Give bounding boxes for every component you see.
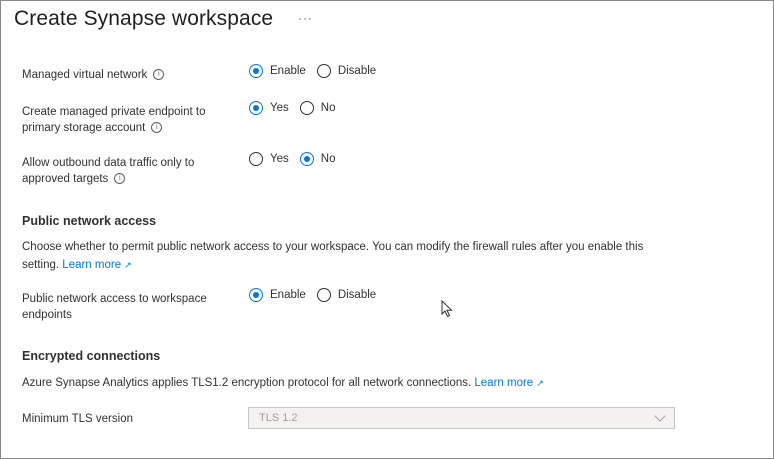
private-endpoint-label: Create managed private endpoint to prima…	[22, 106, 206, 134]
encryption-description: Azure Synapse Analytics applies TLS1.2 e…	[22, 377, 544, 389]
public-access-label: Public network access to workspace endpo…	[22, 293, 207, 321]
managed-vnet-label: Managed virtual network i	[22, 67, 165, 83]
public-access-disable-radio[interactable]: Disable	[316, 288, 376, 302]
managed-vnet-radio-group: Enable Disable	[249, 64, 376, 78]
radio-checked-icon[interactable]	[249, 64, 263, 78]
workspace-panel: Create Synapse workspace ··· Managed vir…	[0, 0, 774, 459]
managed-vnet-disable-radio[interactable]: Disable	[316, 64, 376, 78]
more-options-button[interactable]: ···	[298, 11, 313, 25]
radio-unchecked-icon[interactable]	[299, 101, 314, 115]
public-network-description: Choose whether to permit public network …	[22, 241, 644, 271]
radio-unchecked-icon[interactable]	[316, 64, 331, 78]
radio-checked-icon[interactable]	[249, 101, 263, 115]
outbound-traffic-radio-group: Yes No	[249, 152, 335, 166]
public-access-radio-group: Enable Disable	[249, 288, 376, 302]
public-access-enable-radio[interactable]: Enable	[249, 288, 306, 302]
radio-checked-icon[interactable]	[299, 152, 314, 166]
info-icon[interactable]: i	[151, 122, 163, 134]
public-network-learn-more-link[interactable]: Learn more ↗	[62, 259, 131, 271]
external-link-icon: ↗	[536, 378, 544, 388]
encryption-heading: Encrypted connections	[22, 349, 161, 363]
private-endpoint-no-radio[interactable]: No	[299, 101, 335, 115]
encryption-learn-more-link[interactable]: Learn more ↗	[474, 377, 543, 389]
managed-vnet-enable-radio[interactable]: Enable	[249, 64, 306, 78]
radio-checked-icon[interactable]	[249, 288, 263, 302]
chevron-down-icon	[654, 410, 666, 422]
mouse-pointer-icon	[441, 300, 453, 318]
public-network-heading: Public network access	[22, 214, 157, 228]
tls-version-label: Minimum TLS version	[22, 413, 133, 425]
tls-version-value: TLS 1.2	[259, 412, 298, 424]
radio-unchecked-icon[interactable]	[249, 152, 263, 166]
outbound-traffic-no-radio[interactable]: No	[299, 152, 335, 166]
info-icon[interactable]: i	[114, 173, 126, 185]
tls-version-dropdown[interactable]: TLS 1.2	[248, 407, 675, 429]
outbound-traffic-label: Allow outbound data traffic only to appr…	[22, 157, 195, 185]
info-icon[interactable]: i	[153, 69, 165, 81]
page-title: Create Synapse workspace	[14, 7, 274, 30]
radio-unchecked-icon[interactable]	[316, 288, 331, 302]
outbound-traffic-yes-radio[interactable]: Yes	[249, 152, 289, 166]
private-endpoint-yes-radio[interactable]: Yes	[249, 101, 289, 115]
external-link-icon: ↗	[124, 260, 132, 270]
private-endpoint-radio-group: Yes No	[249, 101, 335, 115]
